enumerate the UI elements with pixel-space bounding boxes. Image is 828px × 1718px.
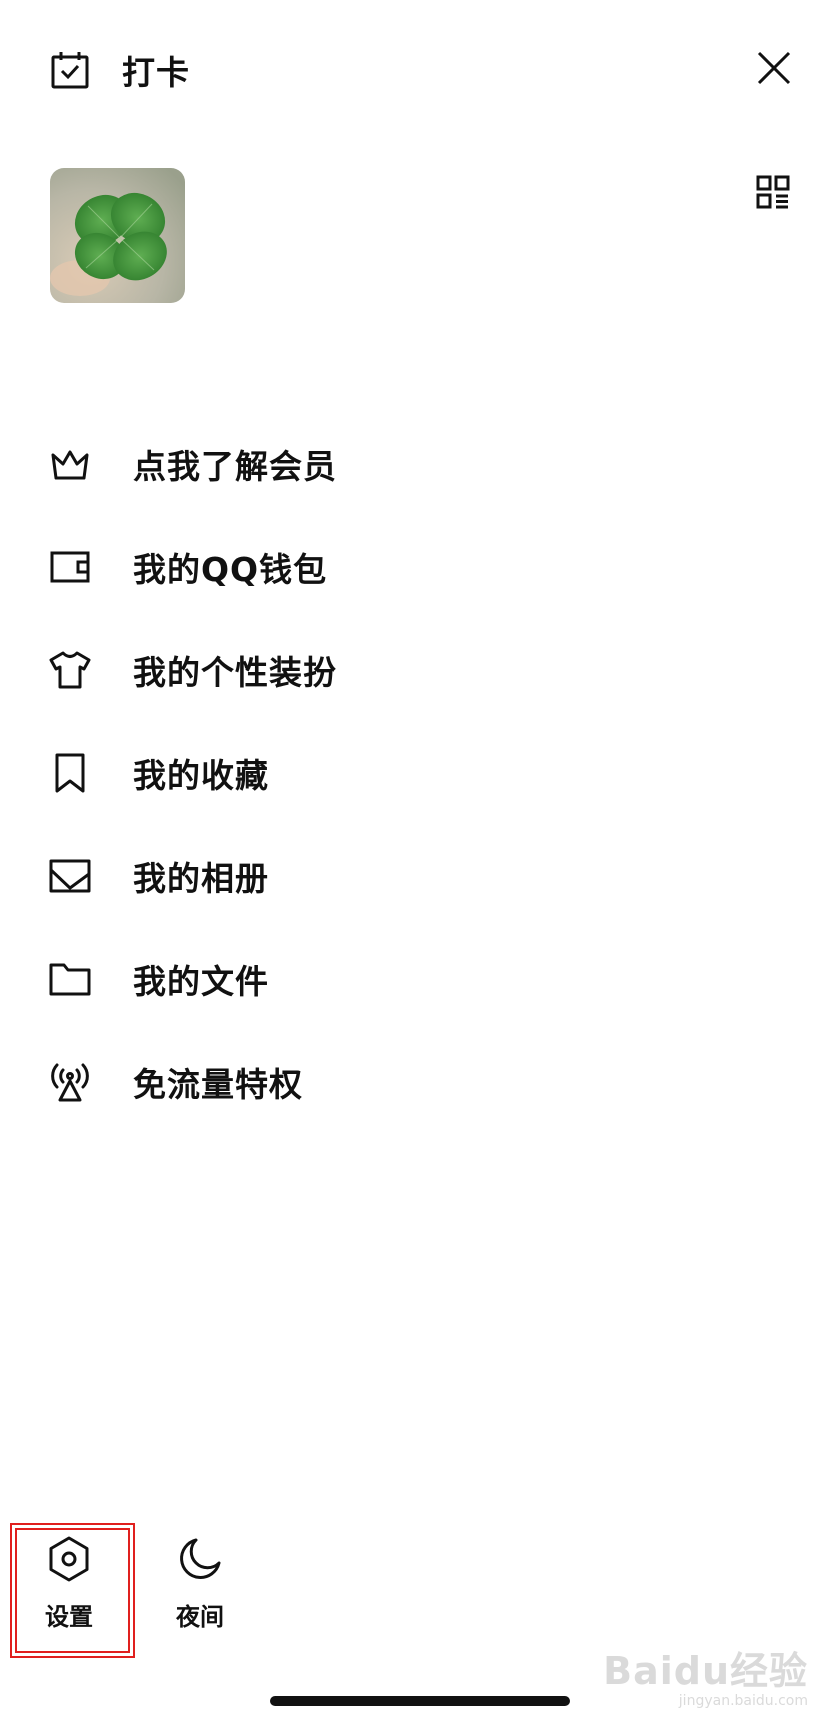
calendar-check-icon: [50, 50, 90, 90]
settings-button[interactable]: 设置: [14, 1535, 124, 1655]
menu-item-label: 我的个性装扮: [133, 652, 337, 692]
menu-item-free-data[interactable]: 免流量特权: [0, 1030, 828, 1133]
checkin-button[interactable]: 打卡: [50, 48, 210, 92]
folder-icon: [48, 957, 92, 1001]
menu-item-files[interactable]: 我的文件: [0, 927, 828, 1030]
menu-item-favorites[interactable]: 我的收藏: [0, 721, 828, 824]
moon-icon: [176, 1535, 224, 1583]
menu-item-themes[interactable]: 我的个性装扮: [0, 618, 828, 721]
wallet-icon: [48, 545, 92, 589]
menu-item-wallet[interactable]: 我的QQ钱包: [0, 515, 828, 618]
menu-item-label: 我的收藏: [133, 755, 269, 795]
checkin-label: 打卡: [122, 53, 190, 92]
menu-item-label: 点我了解会员: [133, 446, 337, 486]
signal-tower-icon: [48, 1060, 92, 1104]
menu-item-label: 免流量特权: [133, 1064, 303, 1104]
bookmark-icon: [48, 751, 92, 795]
photo-icon: [48, 854, 92, 898]
settings-label: 设置: [45, 1603, 93, 1631]
night-label: 夜间: [176, 1603, 224, 1631]
menu-item-label: 我的QQ钱包: [133, 549, 328, 589]
watermark-sub: jingyan.baidu.com: [678, 1693, 808, 1709]
watermark-text: Baidu经验: [603, 1649, 808, 1693]
settings-hexagon-icon: [45, 1535, 93, 1583]
avatar[interactable]: [50, 168, 185, 303]
tshirt-icon: [48, 648, 92, 692]
menu-item-vip[interactable]: 点我了解会员: [0, 412, 828, 515]
close-icon[interactable]: [756, 50, 792, 86]
menu-item-label: 我的文件: [133, 961, 269, 1001]
home-indicator[interactable]: [270, 1696, 570, 1706]
menu-list: 点我了解会员 我的QQ钱包 我的个性装扮 我的收藏 我的相册 我的文件 免流量特…: [0, 412, 828, 1133]
qr-code-icon[interactable]: [756, 175, 790, 209]
night-mode-button[interactable]: 夜间: [145, 1535, 255, 1655]
menu-item-album[interactable]: 我的相册: [0, 824, 828, 927]
crown-icon: [48, 442, 92, 486]
menu-item-label: 我的相册: [133, 858, 269, 898]
watermark: Baidu经验 jingyan.baidu.com: [603, 1640, 808, 1709]
